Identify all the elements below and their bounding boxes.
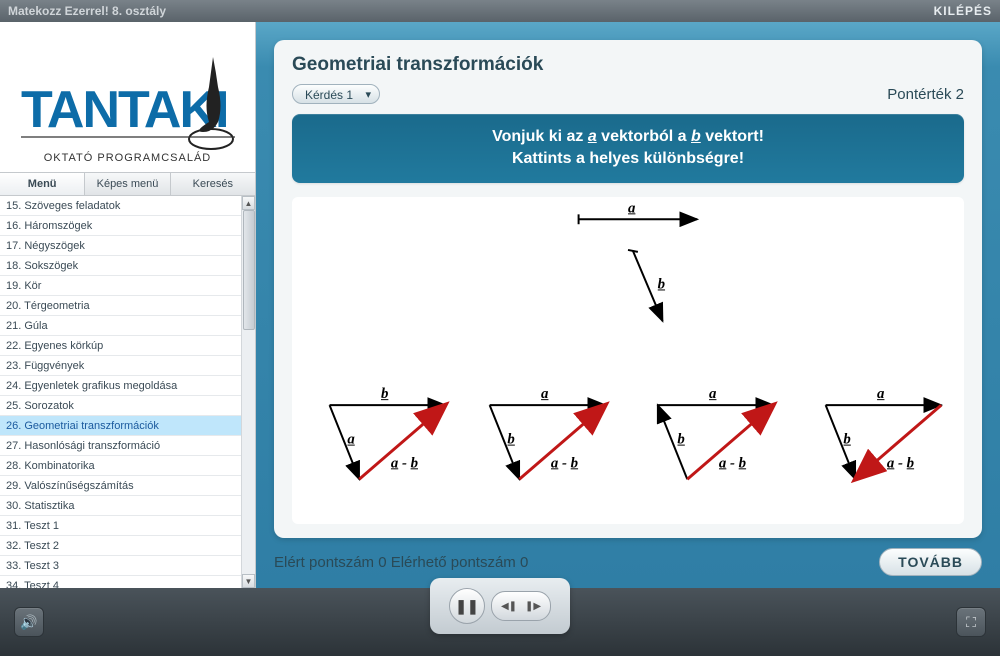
sidebar-item-1[interactable]: 16. Háromszögek (0, 216, 241, 236)
titlebar: Matekozz Ezerrel! 8. osztály KILÉPÉS (0, 0, 1000, 22)
speaker-icon: 🔊 (20, 614, 37, 631)
sidebar-item-2[interactable]: 17. Négyszögek (0, 236, 241, 256)
pause-button[interactable]: ❚❚ (449, 588, 485, 624)
question-line-2: Kattints a helyes különbségre! (312, 148, 944, 170)
sidebar-item-14[interactable]: 29. Valószínűségszámítás (0, 476, 241, 496)
sidebar-item-17[interactable]: 32. Teszt 2 (0, 536, 241, 556)
given-vectors: a b (579, 200, 698, 321)
tab-kereses[interactable]: Keresés (171, 173, 255, 195)
sidebar-item-15[interactable]: 30. Statisztika (0, 496, 241, 516)
topic-list-wrap: 15. Szöveges feladatok16. Háromszögek17.… (0, 196, 255, 588)
logo: TANTAKI OKTATÓ PROGRAMCSALÁD (0, 22, 255, 172)
scroll-down-button[interactable]: ▼ (242, 574, 255, 588)
right-column: Geometriai transzformációk Kérdés 1 Pont… (256, 22, 1000, 588)
app-title: Matekozz Ezerrel! 8. osztály (8, 4, 166, 18)
scrollbar[interactable]: ▲ ▼ (241, 196, 255, 588)
sound-button[interactable]: 🔊 (14, 607, 44, 637)
sidebar-item-9[interactable]: 24. Egyenletek grafikus megoldása (0, 376, 241, 396)
left-column: TANTAKI OKTATÓ PROGRAMCSALÁD Menü Képes … (0, 22, 256, 588)
step-back-button[interactable]: ◀❚ (498, 595, 520, 617)
sidebar-tabs: Menü Képes menü Keresés (0, 172, 255, 196)
player-controls: ❚❚ ◀❚ ❚▶ (430, 578, 570, 634)
scroll-up-button[interactable]: ▲ (242, 196, 255, 210)
sidebar-item-10[interactable]: 25. Sorozatok (0, 396, 241, 416)
bottom-row: Elért pontszám 0 Elérhető pontszám 0 TOV… (274, 548, 982, 576)
topic-list: 15. Szöveges feladatok16. Háromszögek17.… (0, 196, 241, 588)
score-status: Elért pontszám 0 Elérhető pontszám 0 (274, 554, 528, 571)
answer-option-3[interactable]: a b a - b (658, 386, 774, 479)
page-title: Geometriai transzformációk (292, 54, 964, 76)
panel-header-row: Kérdés 1 Pontérték 2 (292, 84, 964, 104)
sidebar-item-3[interactable]: 18. Sokszögek (0, 256, 241, 276)
sidebar-item-19[interactable]: 34. Teszt 4 (0, 576, 241, 588)
logo-subtitle: OKTATÓ PROGRAMCSALÁD (44, 152, 212, 164)
sidebar-item-11[interactable]: 26. Geometriai transzformációk (0, 416, 241, 436)
sidebar-item-12[interactable]: 27. Hasonlósági transzformáció (0, 436, 241, 456)
tab-menu[interactable]: Menü (0, 173, 85, 195)
question-line-1: Vonjuk ki az a vektorból a b vektort! (312, 126, 944, 148)
sidebar-item-0[interactable]: 15. Szöveges feladatok (0, 196, 241, 216)
content-panel: Geometriai transzformációk Kérdés 1 Pont… (274, 40, 982, 538)
sidebar-item-18[interactable]: 33. Teszt 3 (0, 556, 241, 576)
fullscreen-button[interactable]: ⛶ (956, 607, 986, 637)
sidebar-item-6[interactable]: 21. Gúla (0, 316, 241, 336)
sidebar-item-7[interactable]: 22. Egyenes körkúp (0, 336, 241, 356)
svg-text:TANTAKI: TANTAKI (21, 81, 227, 139)
exit-button[interactable]: KILÉPÉS (934, 4, 992, 18)
sidebar-item-5[interactable]: 20. Térgeometria (0, 296, 241, 316)
answer-option-1[interactable]: b a a - b (330, 386, 446, 479)
fullscreen-icon: ⛶ (966, 614, 976, 631)
answer-option-2[interactable]: a b a - b (490, 386, 606, 479)
step-group: ◀❚ ❚▶ (491, 591, 551, 621)
sidebar-item-16[interactable]: 31. Teszt 1 (0, 516, 241, 536)
question-box: Vonjuk ki az a vektorból a b vektort! Ka… (292, 114, 964, 183)
sidebar-item-8[interactable]: 23. Függvények (0, 356, 241, 376)
answer-option-4[interactable]: a b a - b (826, 386, 942, 479)
scroll-thumb[interactable] (243, 210, 255, 330)
step-forward-button[interactable]: ❚▶ (522, 595, 544, 617)
next-button[interactable]: TOVÁBB (879, 548, 982, 576)
logo-image: TANTAKI (13, 37, 243, 157)
diagram-canvas: a b b a a - b (292, 197, 964, 524)
point-value-label: Pontérték 2 (887, 86, 964, 103)
main-area: TANTAKI OKTATÓ PROGRAMCSALÁD Menü Képes … (0, 22, 1000, 588)
diagram-svg: a b b a a - b (292, 197, 964, 524)
question-dropdown[interactable]: Kérdés 1 (292, 84, 380, 104)
tab-kepes-menu[interactable]: Képes menü (85, 173, 170, 195)
sidebar-item-13[interactable]: 28. Kombinatorika (0, 456, 241, 476)
bottom-toolbar: 🔊 ❚❚ ◀❚ ❚▶ ⛶ (0, 588, 1000, 656)
sidebar-item-4[interactable]: 19. Kör (0, 276, 241, 296)
